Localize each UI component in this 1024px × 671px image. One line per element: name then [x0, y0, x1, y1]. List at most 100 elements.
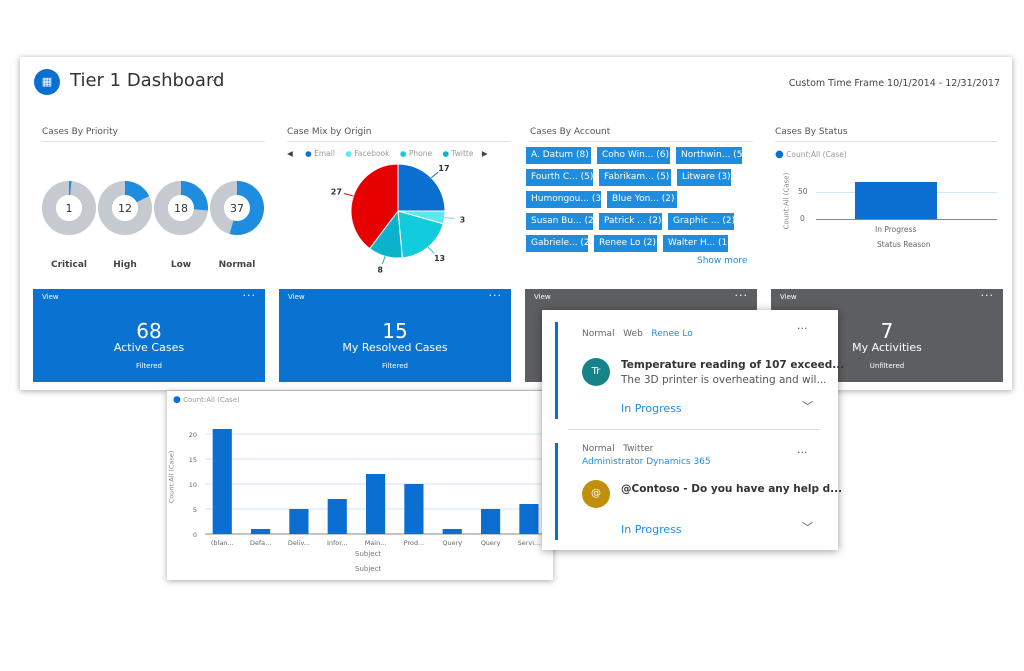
account-tag[interactable]: Coho Win... (6) — [597, 147, 670, 164]
bar[interactable] — [289, 509, 309, 534]
tile-active-cases[interactable]: View ··· 68 Active Cases Filtered — [33, 289, 265, 382]
priority-label: Low — [170, 260, 192, 270]
account-tag[interactable]: Northwin... (5) — [676, 147, 746, 164]
pie-leader — [444, 216, 455, 220]
tile-value: 15 — [382, 319, 408, 343]
divider — [530, 141, 753, 142]
account-tag[interactable]: Gabriele... (2) — [526, 235, 593, 252]
card-accent — [555, 322, 558, 419]
time-frame: Custom Time Frame 10/1/2014 - 12/31/2017 — [788, 78, 1000, 89]
pie-label: 27 — [331, 188, 342, 197]
view-label[interactable]: View — [534, 293, 551, 301]
tile-label: Active Cases — [113, 341, 185, 354]
account-tag[interactable]: Fabrikam... (5) — [599, 169, 671, 186]
divider — [287, 141, 510, 142]
view-label[interactable]: View — [288, 293, 305, 301]
priority-label: Normal — [218, 260, 256, 270]
account-tag[interactable]: Fourth C... (5) — [526, 169, 593, 186]
origin-title: Case Mix by Origin — [287, 127, 372, 137]
more-icon[interactable]: ··· — [243, 289, 257, 302]
y-tick: 0 — [193, 531, 197, 539]
dashboard-panel: ▦ Tier 1 Dashboard ⌄ Custom Time Frame 1… — [20, 57, 1012, 390]
priority-label: High — [113, 260, 137, 270]
card-meta: Normal Twitter — [582, 444, 654, 454]
legend-dot: ● — [305, 149, 312, 158]
bar[interactable] — [212, 429, 232, 534]
more-icon[interactable]: ··· — [735, 289, 749, 302]
divider — [568, 429, 820, 430]
card-meta: Normal Web Renee Lo — [582, 329, 693, 339]
x-axis-label-secondary: Subject — [355, 565, 382, 573]
case-title[interactable]: Temperature reading of 107 exceed... — [621, 359, 844, 371]
owner-link[interactable]: Renee Lo — [651, 329, 692, 339]
subject-chart-panel: ● Count:All (Case) Count:All (Case) 0 5 10… — [167, 391, 553, 580]
chevron-down-icon[interactable]: ﹀ — [802, 398, 813, 414]
pie-leader — [381, 256, 386, 265]
legend-prev-icon[interactable]: ◀ — [287, 149, 293, 158]
more-icon[interactable]: ··· — [797, 446, 808, 459]
case-status: In Progress — [621, 402, 682, 415]
chevron-down-icon[interactable]: ﹀ — [802, 519, 813, 535]
status-bar[interactable] — [855, 182, 937, 219]
y-tick: 15 — [189, 456, 197, 464]
status-legend: ● Count:All (Case) — [775, 149, 847, 160]
y-tick: 0 — [800, 214, 805, 223]
status-y-label: Count:All (Case) — [782, 172, 791, 230]
case-stream-panel: Normal Web Renee Lo ··· Tr Temperature r… — [542, 310, 844, 550]
pie-leader — [427, 246, 435, 254]
show-more-link[interactable]: Show more — [697, 256, 747, 266]
tile-resolved-cases[interactable]: View ··· 15 My Resolved Cases Filtered — [279, 289, 511, 382]
account-tag[interactable]: Patrick ... (2) — [599, 213, 662, 230]
donut-value: 37 — [230, 202, 244, 215]
account-tag[interactable]: Renee Lo (2) — [594, 235, 657, 252]
y-tick: 20 — [189, 431, 197, 439]
x-tick: Query — [481, 539, 501, 547]
x-tick: In Progress — [875, 225, 917, 234]
tile-label: My Resolved Cases — [342, 341, 448, 354]
x-tick: Servi... — [518, 539, 541, 547]
pie-label: 13 — [434, 254, 445, 263]
priority-donuts: 1 12 18 37 — [42, 181, 264, 235]
pie-leader — [343, 193, 354, 197]
x-tick: Infor... — [327, 539, 348, 547]
bar[interactable] — [519, 504, 539, 534]
more-icon[interactable]: ··· — [981, 289, 995, 302]
x-tick: Query — [442, 539, 462, 547]
bar[interactable] — [442, 529, 462, 534]
account-tag[interactable]: Susan Bu... (2) — [526, 213, 597, 230]
owner-link[interactable]: Administrator Dynamics 365 — [582, 457, 711, 467]
x-tick: Deliv... — [288, 539, 310, 547]
divider — [775, 141, 997, 142]
donut-value: 12 — [118, 202, 132, 215]
avatar: @ — [582, 480, 610, 508]
pie-label: 3 — [460, 215, 466, 224]
case-title[interactable]: @Contoso - Do you have any help d... — [621, 483, 842, 495]
account-tag[interactable]: Litware (3) — [677, 169, 731, 186]
view-label[interactable]: View — [780, 293, 797, 301]
status-x-label: Status Reason — [877, 240, 931, 249]
tile-value: 68 — [136, 319, 162, 343]
tile-filter: Filtered — [382, 362, 408, 370]
donut-value: 18 — [174, 202, 188, 215]
bar[interactable] — [481, 509, 501, 534]
account-tag[interactable]: Blue Yon... (2) — [607, 191, 677, 208]
bar[interactable] — [404, 484, 424, 534]
account-tag[interactable]: Walter H... (1) — [663, 235, 731, 252]
case-description: The 3D printer is overheating and wil... — [621, 374, 827, 386]
y-tick: 50 — [798, 187, 808, 196]
view-label[interactable]: View — [42, 293, 59, 301]
account-tag[interactable]: A. Datum (8) — [526, 147, 591, 164]
y-tick: 10 — [189, 481, 197, 489]
account-title: Cases By Account — [530, 127, 611, 137]
bar[interactable] — [251, 529, 271, 534]
x-tick: Prod... — [404, 539, 425, 547]
bar[interactable] — [327, 499, 347, 534]
account-tag[interactable]: Graphic ... (2) — [668, 213, 735, 230]
tile-filter: Filtered — [136, 362, 162, 370]
more-icon[interactable]: ··· — [489, 289, 503, 302]
x-axis — [816, 219, 997, 220]
bar[interactable] — [366, 474, 386, 534]
account-tag[interactable]: Humongou... (3) — [526, 191, 605, 208]
origin-pie: 17 3 13 8 27 — [331, 163, 466, 275]
more-icon[interactable]: ··· — [797, 322, 808, 335]
